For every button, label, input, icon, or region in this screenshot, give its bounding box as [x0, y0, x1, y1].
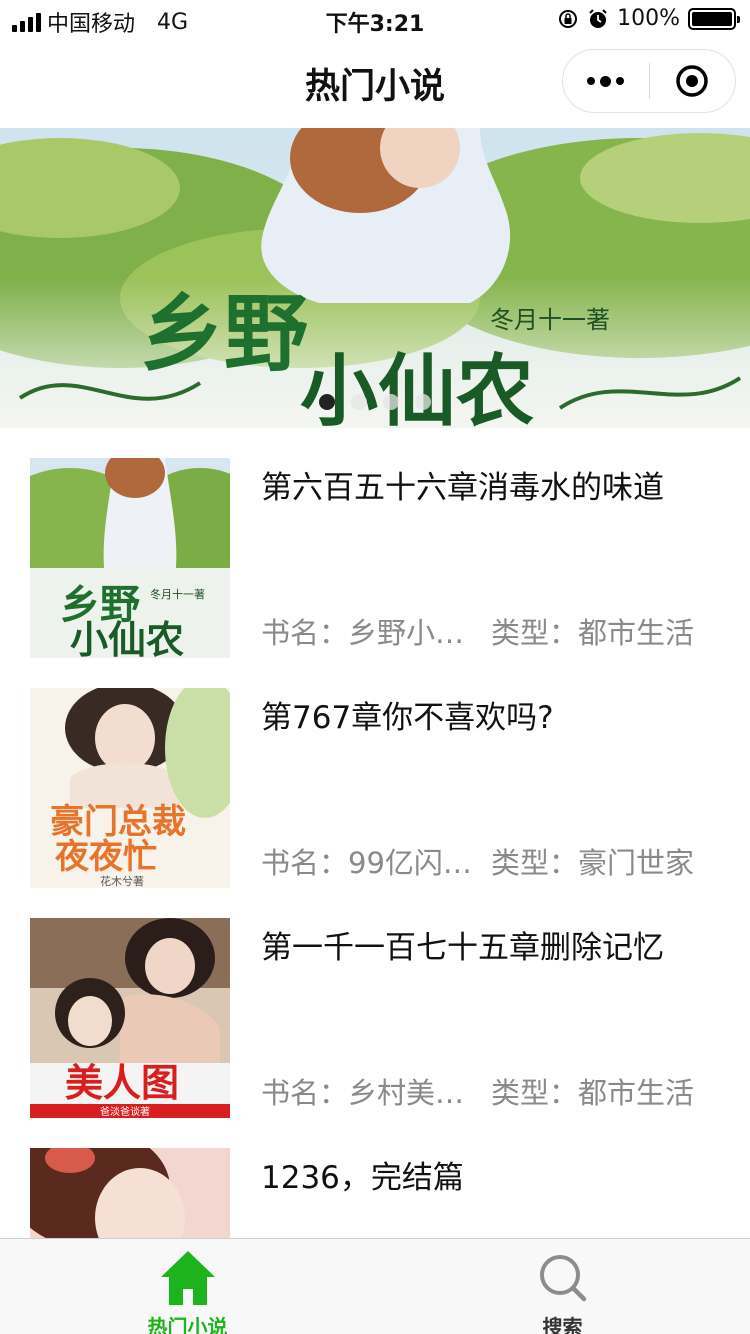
- list-item[interactable]: 豪门总裁 夜夜忙 花木兮著 第767章你不喜欢吗? 书名：99亿闪… 类型：豪门…: [0, 658, 750, 888]
- banner-carousel[interactable]: 乡野 小仙农 冬月十一著: [0, 128, 750, 428]
- alarm-icon: [589, 8, 607, 28]
- status-bar: 中国移动 4G 下午3:21 100%: [0, 0, 750, 40]
- carousel-dot[interactable]: [383, 394, 399, 410]
- battery-fill: [692, 11, 732, 26]
- book-type: 类型：都市生活: [491, 1076, 695, 1110]
- cover-image: 乡野 小仙农 冬月十一著: [30, 458, 230, 658]
- carousel-dot[interactable]: [415, 394, 431, 410]
- svg-text:花木兮著: 花木兮著: [100, 874, 144, 888]
- rotation-lock-icon: [559, 9, 578, 28]
- svg-text:小仙农: 小仙农: [300, 346, 534, 428]
- tab-search-label: 搜索: [542, 1315, 583, 1334]
- book-name: 书名：乡野小…: [261, 616, 465, 650]
- book-cover: 乡野 小仙农 冬月十一著: [30, 458, 230, 658]
- list-item[interactable]: 1236，完结篇: [0, 1118, 750, 1238]
- target-close-icon: [676, 65, 708, 97]
- book-cover: [30, 1148, 230, 1238]
- close-miniprogram-button[interactable]: [650, 50, 736, 112]
- cover-image: 美人图 爸淡爸谈著: [30, 918, 230, 1118]
- book-name: 书名：99亿闪…: [261, 846, 472, 880]
- chapter-title: 第六百五十六章消毒水的味道: [261, 470, 664, 506]
- tab-home-label: 热门小说: [147, 1315, 228, 1334]
- book-meta: 书名：乡野小… 类型：都市生活: [261, 610, 694, 652]
- battery-icon: [688, 7, 740, 30]
- svg-text:夜夜忙: 夜夜忙: [54, 837, 157, 877]
- book-name: 书名：乡村美…: [261, 1076, 465, 1110]
- chapter-title: 第767章你不喜欢吗?: [261, 700, 554, 736]
- novel-list: 乡野 小仙农 冬月十一著 第六百五十六章消毒水的味道 书名：乡野小… 类型：都市…: [0, 428, 750, 1238]
- carousel-dot[interactable]: [319, 394, 335, 410]
- book-cover: 美人图 爸淡爸谈著: [30, 918, 230, 1118]
- svg-text:爸淡爸谈著: 爸淡爸谈著: [100, 1105, 150, 1118]
- list-item[interactable]: 乡野 小仙农 冬月十一著 第六百五十六章消毒水的味道 书名：乡野小… 类型：都市…: [0, 428, 750, 658]
- battery-percent: 100%: [617, 6, 680, 31]
- nav-bar: 热门小说: [0, 40, 750, 128]
- cover-image: [30, 1148, 230, 1238]
- chapter-title: 第一千一百七十五章删除记忆: [261, 930, 664, 966]
- book-type: 类型：豪门世家: [491, 846, 695, 880]
- svg-text:豪门总裁: 豪门总裁: [50, 802, 186, 842]
- svg-text:冬月十一著: 冬月十一著: [490, 306, 610, 334]
- svg-text:小仙农: 小仙农: [70, 617, 184, 658]
- home-icon: [160, 1251, 215, 1305]
- more-dots-icon: [587, 75, 625, 87]
- status-right: 100%: [557, 6, 740, 31]
- svg-text:乡野: 乡野: [140, 284, 308, 383]
- miniprogram-capsule: [562, 49, 736, 113]
- book-meta: 书名：99亿闪… 类型：豪门世家: [261, 840, 694, 882]
- cover-image: 豪门总裁 夜夜忙 花木兮著: [30, 688, 230, 888]
- chapter-title: 1236，完结篇: [261, 1160, 464, 1196]
- book-type: 类型：都市生活: [491, 616, 695, 650]
- svg-text:冬月十一著: 冬月十一著: [150, 587, 205, 601]
- carousel-indicators: [0, 394, 750, 410]
- more-button[interactable]: [563, 50, 649, 112]
- search-icon: [539, 1255, 586, 1302]
- tab-home[interactable]: 热门小说: [0, 1239, 375, 1334]
- tab-search[interactable]: 搜索: [375, 1239, 750, 1334]
- svg-text:美人图: 美人图: [65, 1060, 179, 1105]
- tab-bar: 热门小说 搜索: [0, 1238, 750, 1334]
- book-meta: 书名：乡村美… 类型：都市生活: [261, 1070, 694, 1112]
- book-cover: 豪门总裁 夜夜忙 花木兮著: [30, 688, 230, 888]
- carousel-dot[interactable]: [351, 394, 367, 410]
- list-item[interactable]: 美人图 爸淡爸谈著 第一千一百七十五章删除记忆 书名：乡村美… 类型：都市生活: [0, 888, 750, 1118]
- banner-image: 乡野 小仙农 冬月十一著: [0, 128, 750, 428]
